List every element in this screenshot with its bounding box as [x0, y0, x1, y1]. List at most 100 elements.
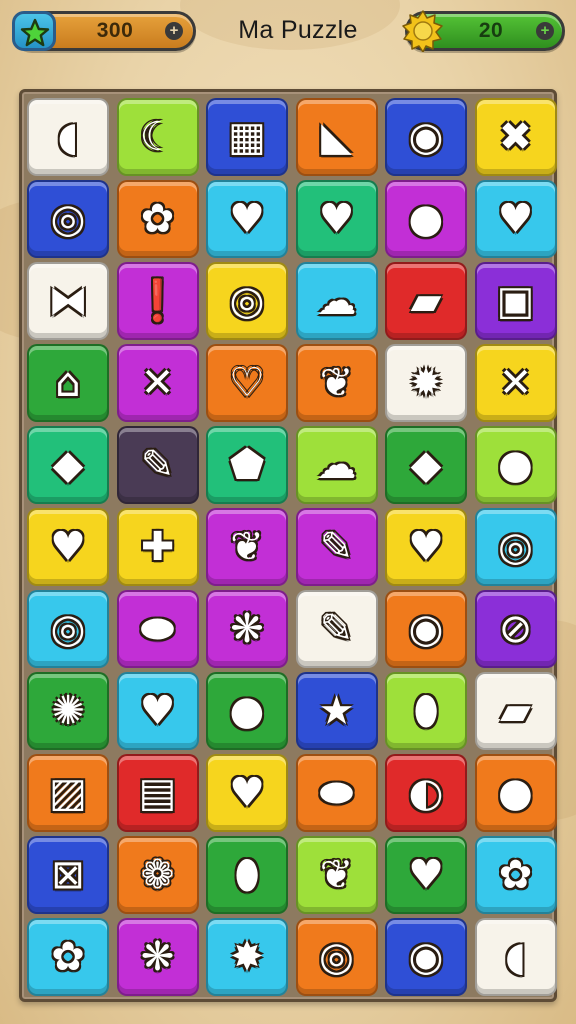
sun-coin-icon: [402, 10, 443, 52]
tile-r7-c3[interactable]: ❋: [206, 590, 288, 668]
tile-r10-c2[interactable]: ❁: [116, 836, 199, 914]
marker-icon: ✎: [319, 606, 354, 652]
tile-r6-c2[interactable]: ✚: [116, 508, 199, 586]
tile-r5-c4[interactable]: ☁: [295, 426, 378, 504]
tile-r10-c4[interactable]: ❦: [295, 836, 378, 914]
tile-r4-c3[interactable]: ♡: [206, 344, 288, 422]
pen-icon: ✎: [319, 524, 354, 570]
lime-fruit-icon: ◐: [408, 770, 444, 816]
plum-icon: ⬬: [319, 770, 354, 816]
tile-r4-c1[interactable]: ⌂: [27, 344, 109, 422]
wrapped-candy-icon: ⧓: [48, 278, 88, 324]
tile-r8-c1[interactable]: ✺: [27, 672, 109, 750]
tile-r8-c4[interactable]: ★: [295, 672, 378, 750]
tile-r1-c6[interactable]: ✖: [474, 98, 557, 176]
tile-r1-c1[interactable]: ◖: [27, 98, 109, 176]
tile-r8-c2[interactable]: ♥: [116, 672, 199, 750]
lemon-leaf-icon: ◆: [410, 442, 442, 488]
tile-r2-c6[interactable]: ♥: [474, 180, 557, 258]
tile-r11-c6[interactable]: ◖: [474, 918, 557, 996]
gem-ring-icon: ◎: [498, 524, 533, 570]
tile-r1-c5[interactable]: ◉: [385, 98, 467, 176]
tile-r6-c6[interactable]: ◎: [474, 508, 557, 586]
ice-cream-icon: ☁: [316, 442, 357, 488]
tile-r5-c5[interactable]: ◆: [385, 426, 467, 504]
tile-r10-c6[interactable]: ✿: [474, 836, 557, 914]
tile-r11-c3[interactable]: ✸: [206, 918, 288, 996]
tile-r1-c2[interactable]: ☾: [116, 98, 199, 176]
plus-cross-icon: ✚: [140, 524, 175, 570]
pencil-icon: ✎: [140, 442, 175, 488]
tile-r1-c4[interactable]: ◣: [295, 98, 378, 176]
tile-r10-c1[interactable]: ⊠: [27, 836, 109, 914]
tile-r9-c3[interactable]: ♥: [206, 754, 288, 832]
tile-r11-c5[interactable]: ◉: [385, 918, 467, 996]
cherry-heart-icon: ♥: [408, 852, 444, 898]
tile-r2-c3[interactable]: ♥: [206, 180, 288, 258]
tile-r6-c5[interactable]: ♥: [385, 508, 467, 586]
tile-r4-c4[interactable]: ❦: [295, 344, 378, 422]
berry-icon: ❁: [140, 852, 175, 898]
briefcase-icon: ⊠: [51, 852, 85, 898]
tile-r3-c6[interactable]: ▣: [474, 262, 557, 340]
puzzle-board: ◖ ☾ ▦ ◣ ◉ ✖ ◎ ✿ ♥ ♥ ● ♥ ⧓ ❗ ◎ ☁ ▰ ▣ ⌂ ✕ ♡ ❦ ✹ ✕ ◆ ✎ ⬟ ☁ ◆ ● ♥ ✚ ❦ ✎ ♥ ◎ ◎ ⬬ ❋ ✎…: [19, 89, 557, 1002]
striped-ball-icon: ⊘: [498, 606, 533, 652]
red-apple-icon: ●: [229, 688, 265, 734]
tile-r3-c3[interactable]: ◎: [206, 262, 288, 340]
tile-r5-c6[interactable]: ●: [474, 426, 557, 504]
exclamation-cookie-icon: ❗: [132, 278, 183, 324]
tile-r11-c1[interactable]: ✿: [27, 918, 109, 996]
tile-r3-c2[interactable]: ❗: [116, 262, 199, 340]
tile-r10-c5[interactable]: ♥: [385, 836, 467, 914]
tile-r7-c6[interactable]: ⊘: [474, 590, 557, 668]
tile-r6-c4[interactable]: ✎: [295, 508, 378, 586]
eraser-icon: ▰: [500, 688, 531, 734]
tile-r5-c1[interactable]: ◆: [27, 426, 109, 504]
tile-r5-c3[interactable]: ⬟: [206, 426, 288, 504]
lollipop-icon: ◎: [229, 278, 265, 324]
flower-cookie-icon: ✿: [140, 196, 175, 242]
tile-r1-c3[interactable]: ▦: [206, 98, 288, 176]
tile-r7-c2[interactable]: ⬬: [116, 590, 199, 668]
tile-r9-c6[interactable]: ●: [474, 754, 557, 832]
tile-r6-c3[interactable]: ❦: [206, 508, 288, 586]
tile-r7-c1[interactable]: ◎: [27, 590, 109, 668]
add-stars-icon[interactable]: +: [165, 22, 183, 40]
tile-r9-c1[interactable]: ▨: [27, 754, 109, 832]
tile-r8-c5[interactable]: ⬮: [385, 672, 467, 750]
heart-outline-icon: ♡: [229, 360, 265, 406]
crossed-heart-icon: ♥: [50, 524, 86, 570]
tile-r8-c3[interactable]: ●: [206, 672, 288, 750]
tile-r2-c2[interactable]: ✿: [116, 180, 199, 258]
tile-r9-c4[interactable]: ⬬: [295, 754, 378, 832]
tile-r9-c5[interactable]: ◐: [385, 754, 467, 832]
tile-r5-c2[interactable]: ✎: [116, 426, 199, 504]
tile-r2-c4[interactable]: ♥: [295, 180, 378, 258]
red-heart-icon: ♥: [408, 524, 444, 570]
tile-r3-c1[interactable]: ⧓: [27, 262, 109, 340]
tile-r9-c2[interactable]: ▤: [116, 754, 199, 832]
tile-r4-c2[interactable]: ✕: [116, 344, 199, 422]
tile-r4-c5[interactable]: ✹: [385, 344, 467, 422]
tile-r6-c1[interactable]: ♥: [27, 508, 109, 586]
tile-r2-c1[interactable]: ◎: [27, 180, 109, 258]
book-icon: ▣: [496, 278, 535, 324]
add-coins-icon[interactable]: +: [536, 22, 554, 40]
tile-r10-c3[interactable]: ⬮: [206, 836, 288, 914]
coins-counter[interactable]: 20 +: [402, 10, 565, 52]
tile-r8-c6[interactable]: ▰: [474, 672, 557, 750]
tile-r11-c2[interactable]: ❋: [116, 918, 199, 996]
tile-r7-c4[interactable]: ✎: [295, 590, 378, 668]
tile-r11-c4[interactable]: ◎: [295, 918, 378, 996]
tile-r3-c4[interactable]: ☁: [295, 262, 378, 340]
tile-r7-c5[interactable]: ◉: [385, 590, 467, 668]
radish-icon: ●: [498, 442, 533, 488]
chocolate-bar-icon: ▦: [228, 114, 266, 160]
leaf-badge-icon: ❦: [319, 852, 354, 898]
tile-r2-c5[interactable]: ●: [385, 180, 467, 258]
picture-frame-icon: ▨: [49, 770, 87, 816]
tile-r4-c6[interactable]: ✕: [474, 344, 557, 422]
tile-r3-c5[interactable]: ▰: [385, 262, 467, 340]
ring-donut-icon: ◉: [408, 114, 444, 160]
stars-counter[interactable]: 300 +: [12, 11, 196, 51]
